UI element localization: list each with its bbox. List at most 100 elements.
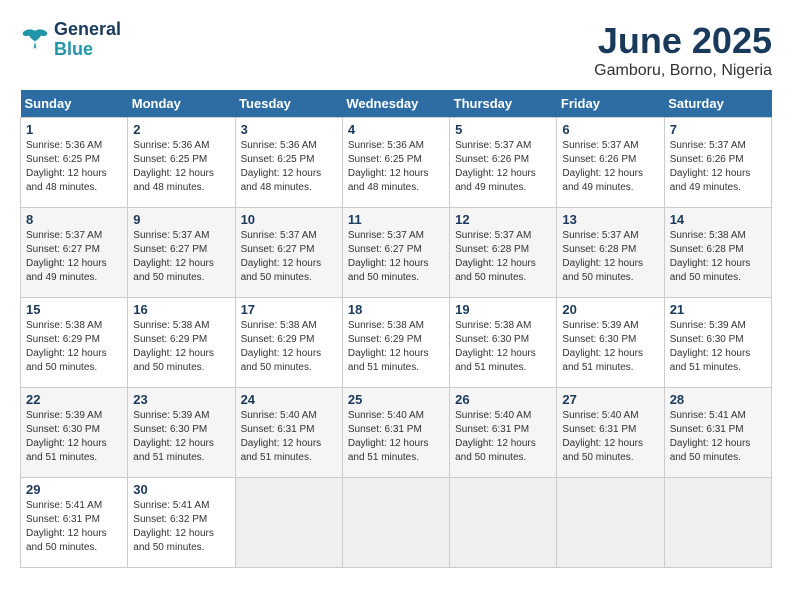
day-number: 30 — [133, 482, 229, 497]
location-title: Gamboru, Borno, Nigeria — [594, 62, 772, 80]
day-number: 17 — [241, 302, 337, 317]
calendar-day-cell: 1 Sunrise: 5:36 AMSunset: 6:25 PMDaylight… — [21, 118, 128, 208]
calendar-day-cell: 26Sunrise: 5:40 AMSunset: 6:31 PMDayligh… — [450, 388, 557, 478]
calendar-day-cell: 9 Sunrise: 5:37 AMSunset: 6:27 PMDaylight… — [128, 208, 235, 298]
calendar-week-row: 22Sunrise: 5:39 AMSunset: 6:30 PMDayligh… — [21, 388, 772, 478]
calendar-day-cell: 4 Sunrise: 5:36 AMSunset: 6:25 PMDaylight… — [342, 118, 449, 208]
day-number: 20 — [562, 302, 658, 317]
calendar-day-cell: 5 Sunrise: 5:37 AMSunset: 6:26 PMDaylight… — [450, 118, 557, 208]
col-sunday: Sunday — [21, 90, 128, 118]
logo-icon — [20, 25, 50, 55]
header-row: Sunday Monday Tuesday Wednesday Thursday… — [21, 90, 772, 118]
day-number: 3 — [241, 122, 337, 137]
calendar-day-cell: 30Sunrise: 5:41 AMSunset: 6:32 PMDayligh… — [128, 478, 235, 568]
day-number: 27 — [562, 392, 658, 407]
calendar-week-row: 8 Sunrise: 5:37 AMSunset: 6:27 PMDaylight… — [21, 208, 772, 298]
calendar-day-cell: 12 Sunrise: 5:37 AMSunset: 6:28 PMDayligh… — [450, 208, 557, 298]
day-number: 7 — [670, 122, 766, 137]
calendar-day-cell: 2 Sunrise: 5:36 AMSunset: 6:25 PMDaylight… — [128, 118, 235, 208]
calendar-day-cell — [235, 478, 342, 568]
calendar-day-cell: 10 Sunrise: 5:37 AMSunset: 6:27 PMDayligh… — [235, 208, 342, 298]
day-number: 15 — [26, 302, 122, 317]
day-info: Sunrise: 5:40 AMSunset: 6:31 PMDaylight:… — [348, 409, 444, 465]
day-number: 24 — [241, 392, 337, 407]
day-info: Sunrise: 5:37 AMSunset: 6:28 PMDaylight:… — [455, 229, 551, 285]
day-info: Sunrise: 5:40 AMSunset: 6:31 PMDaylight:… — [241, 409, 337, 465]
day-number: 10 — [241, 212, 337, 227]
day-info: Sunrise: 5:39 AMSunset: 6:30 PMDaylight:… — [562, 319, 658, 375]
day-number: 4 — [348, 122, 444, 137]
calendar-day-cell: 23 Sunrise: 5:39 AMSunset: 6:30 PMDayligh… — [128, 388, 235, 478]
day-number: 8 — [26, 212, 122, 227]
day-number: 19 — [455, 302, 551, 317]
calendar-day-cell: 22Sunrise: 5:39 AMSunset: 6:30 PMDayligh… — [21, 388, 128, 478]
day-number: 2 — [133, 122, 229, 137]
logo: General Blue — [20, 20, 121, 60]
calendar-day-cell: 13 Sunrise: 5:37 AMSunset: 6:28 PMDayligh… — [557, 208, 664, 298]
calendar-day-cell: 16Sunrise: 5:38 AMSunset: 6:29 PMDayligh… — [128, 298, 235, 388]
logo-text: General Blue — [54, 20, 121, 60]
col-saturday: Saturday — [664, 90, 771, 118]
day-number: 23 — [133, 392, 229, 407]
calendar-week-row: 15 Sunrise: 5:38 AMSunset: 6:29 PMDayligh… — [21, 298, 772, 388]
title-area: June 2025 Gamboru, Borno, Nigeria — [594, 20, 772, 80]
calendar-day-cell: 14 Sunrise: 5:38 AMSunset: 6:28 PMDayligh… — [664, 208, 771, 298]
calendar-day-cell: 15 Sunrise: 5:38 AMSunset: 6:29 PMDayligh… — [21, 298, 128, 388]
day-info: Sunrise: 5:36 AMSunset: 6:25 PMDaylight:… — [26, 139, 122, 195]
col-monday: Monday — [128, 90, 235, 118]
day-info: Sunrise: 5:37 AMSunset: 6:28 PMDaylight:… — [562, 229, 658, 285]
calendar-day-cell: 6Sunrise: 5:37 AMSunset: 6:26 PMDaylight… — [557, 118, 664, 208]
calendar-day-cell — [664, 478, 771, 568]
day-info: Sunrise: 5:37 AMSunset: 6:26 PMDaylight:… — [455, 139, 551, 195]
day-number: 14 — [670, 212, 766, 227]
day-number: 12 — [455, 212, 551, 227]
calendar-day-cell — [557, 478, 664, 568]
day-info: Sunrise: 5:38 AMSunset: 6:30 PMDaylight:… — [455, 319, 551, 375]
day-info: Sunrise: 5:39 AMSunset: 6:30 PMDaylight:… — [670, 319, 766, 375]
calendar-day-cell: 20 Sunrise: 5:39 AMSunset: 6:30 PMDayligh… — [557, 298, 664, 388]
col-thursday: Thursday — [450, 90, 557, 118]
month-title: June 2025 — [594, 20, 772, 62]
calendar-day-cell: 28Sunrise: 5:41 AMSunset: 6:31 PMDayligh… — [664, 388, 771, 478]
calendar-week-row: 29Sunrise: 5:41 AMSunset: 6:31 PMDayligh… — [21, 478, 772, 568]
calendar-day-cell: 3Sunrise: 5:36 AMSunset: 6:25 PMDaylight… — [235, 118, 342, 208]
day-info: Sunrise: 5:38 AMSunset: 6:29 PMDaylight:… — [241, 319, 337, 375]
day-info: Sunrise: 5:38 AMSunset: 6:28 PMDaylight:… — [670, 229, 766, 285]
calendar-day-cell: 25 Sunrise: 5:40 AMSunset: 6:31 PMDayligh… — [342, 388, 449, 478]
calendar-day-cell: 11 Sunrise: 5:37 AMSunset: 6:27 PMDayligh… — [342, 208, 449, 298]
calendar-day-cell: 17 Sunrise: 5:38 AMSunset: 6:29 PMDayligh… — [235, 298, 342, 388]
col-friday: Friday — [557, 90, 664, 118]
day-info: Sunrise: 5:39 AMSunset: 6:30 PMDaylight:… — [26, 409, 122, 465]
day-number: 6 — [562, 122, 658, 137]
calendar-day-cell: 29Sunrise: 5:41 AMSunset: 6:31 PMDayligh… — [21, 478, 128, 568]
calendar-day-cell — [342, 478, 449, 568]
day-info: Sunrise: 5:39 AMSunset: 6:30 PMDaylight:… — [133, 409, 229, 465]
day-number: 1 — [26, 122, 122, 137]
day-info: Sunrise: 5:37 AMSunset: 6:27 PMDaylight:… — [133, 229, 229, 285]
day-number: 11 — [348, 212, 444, 227]
day-info: Sunrise: 5:37 AMSunset: 6:27 PMDaylight:… — [241, 229, 337, 285]
calendar-day-cell — [450, 478, 557, 568]
calendar-day-cell: 19 Sunrise: 5:38 AMSunset: 6:30 PMDayligh… — [450, 298, 557, 388]
day-number: 25 — [348, 392, 444, 407]
day-info: Sunrise: 5:36 AMSunset: 6:25 PMDaylight:… — [348, 139, 444, 195]
day-info: Sunrise: 5:41 AMSunset: 6:31 PMDaylight:… — [670, 409, 766, 465]
day-info: Sunrise: 5:41 AMSunset: 6:31 PMDaylight:… — [26, 499, 122, 555]
calendar-day-cell: 24 Sunrise: 5:40 AMSunset: 6:31 PMDayligh… — [235, 388, 342, 478]
day-info: Sunrise: 5:40 AMSunset: 6:31 PMDaylight:… — [562, 409, 658, 465]
day-number: 5 — [455, 122, 551, 137]
day-info: Sunrise: 5:38 AMSunset: 6:29 PMDaylight:… — [26, 319, 122, 375]
calendar-day-cell: 8Sunrise: 5:37 AMSunset: 6:27 PMDaylight… — [21, 208, 128, 298]
day-number: 26 — [455, 392, 551, 407]
day-info: Sunrise: 5:38 AMSunset: 6:29 PMDaylight:… — [133, 319, 229, 375]
calendar-week-row: 1 Sunrise: 5:36 AMSunset: 6:25 PMDaylight… — [21, 118, 772, 208]
day-number: 9 — [133, 212, 229, 227]
day-number: 13 — [562, 212, 658, 227]
col-wednesday: Wednesday — [342, 90, 449, 118]
calendar-day-cell: 27 Sunrise: 5:40 AMSunset: 6:31 PMDayligh… — [557, 388, 664, 478]
day-info: Sunrise: 5:37 AMSunset: 6:27 PMDaylight:… — [348, 229, 444, 285]
day-number: 21 — [670, 302, 766, 317]
calendar-table: Sunday Monday Tuesday Wednesday Thursday… — [20, 90, 772, 568]
col-tuesday: Tuesday — [235, 90, 342, 118]
day-info: Sunrise: 5:36 AMSunset: 6:25 PMDaylight:… — [133, 139, 229, 195]
